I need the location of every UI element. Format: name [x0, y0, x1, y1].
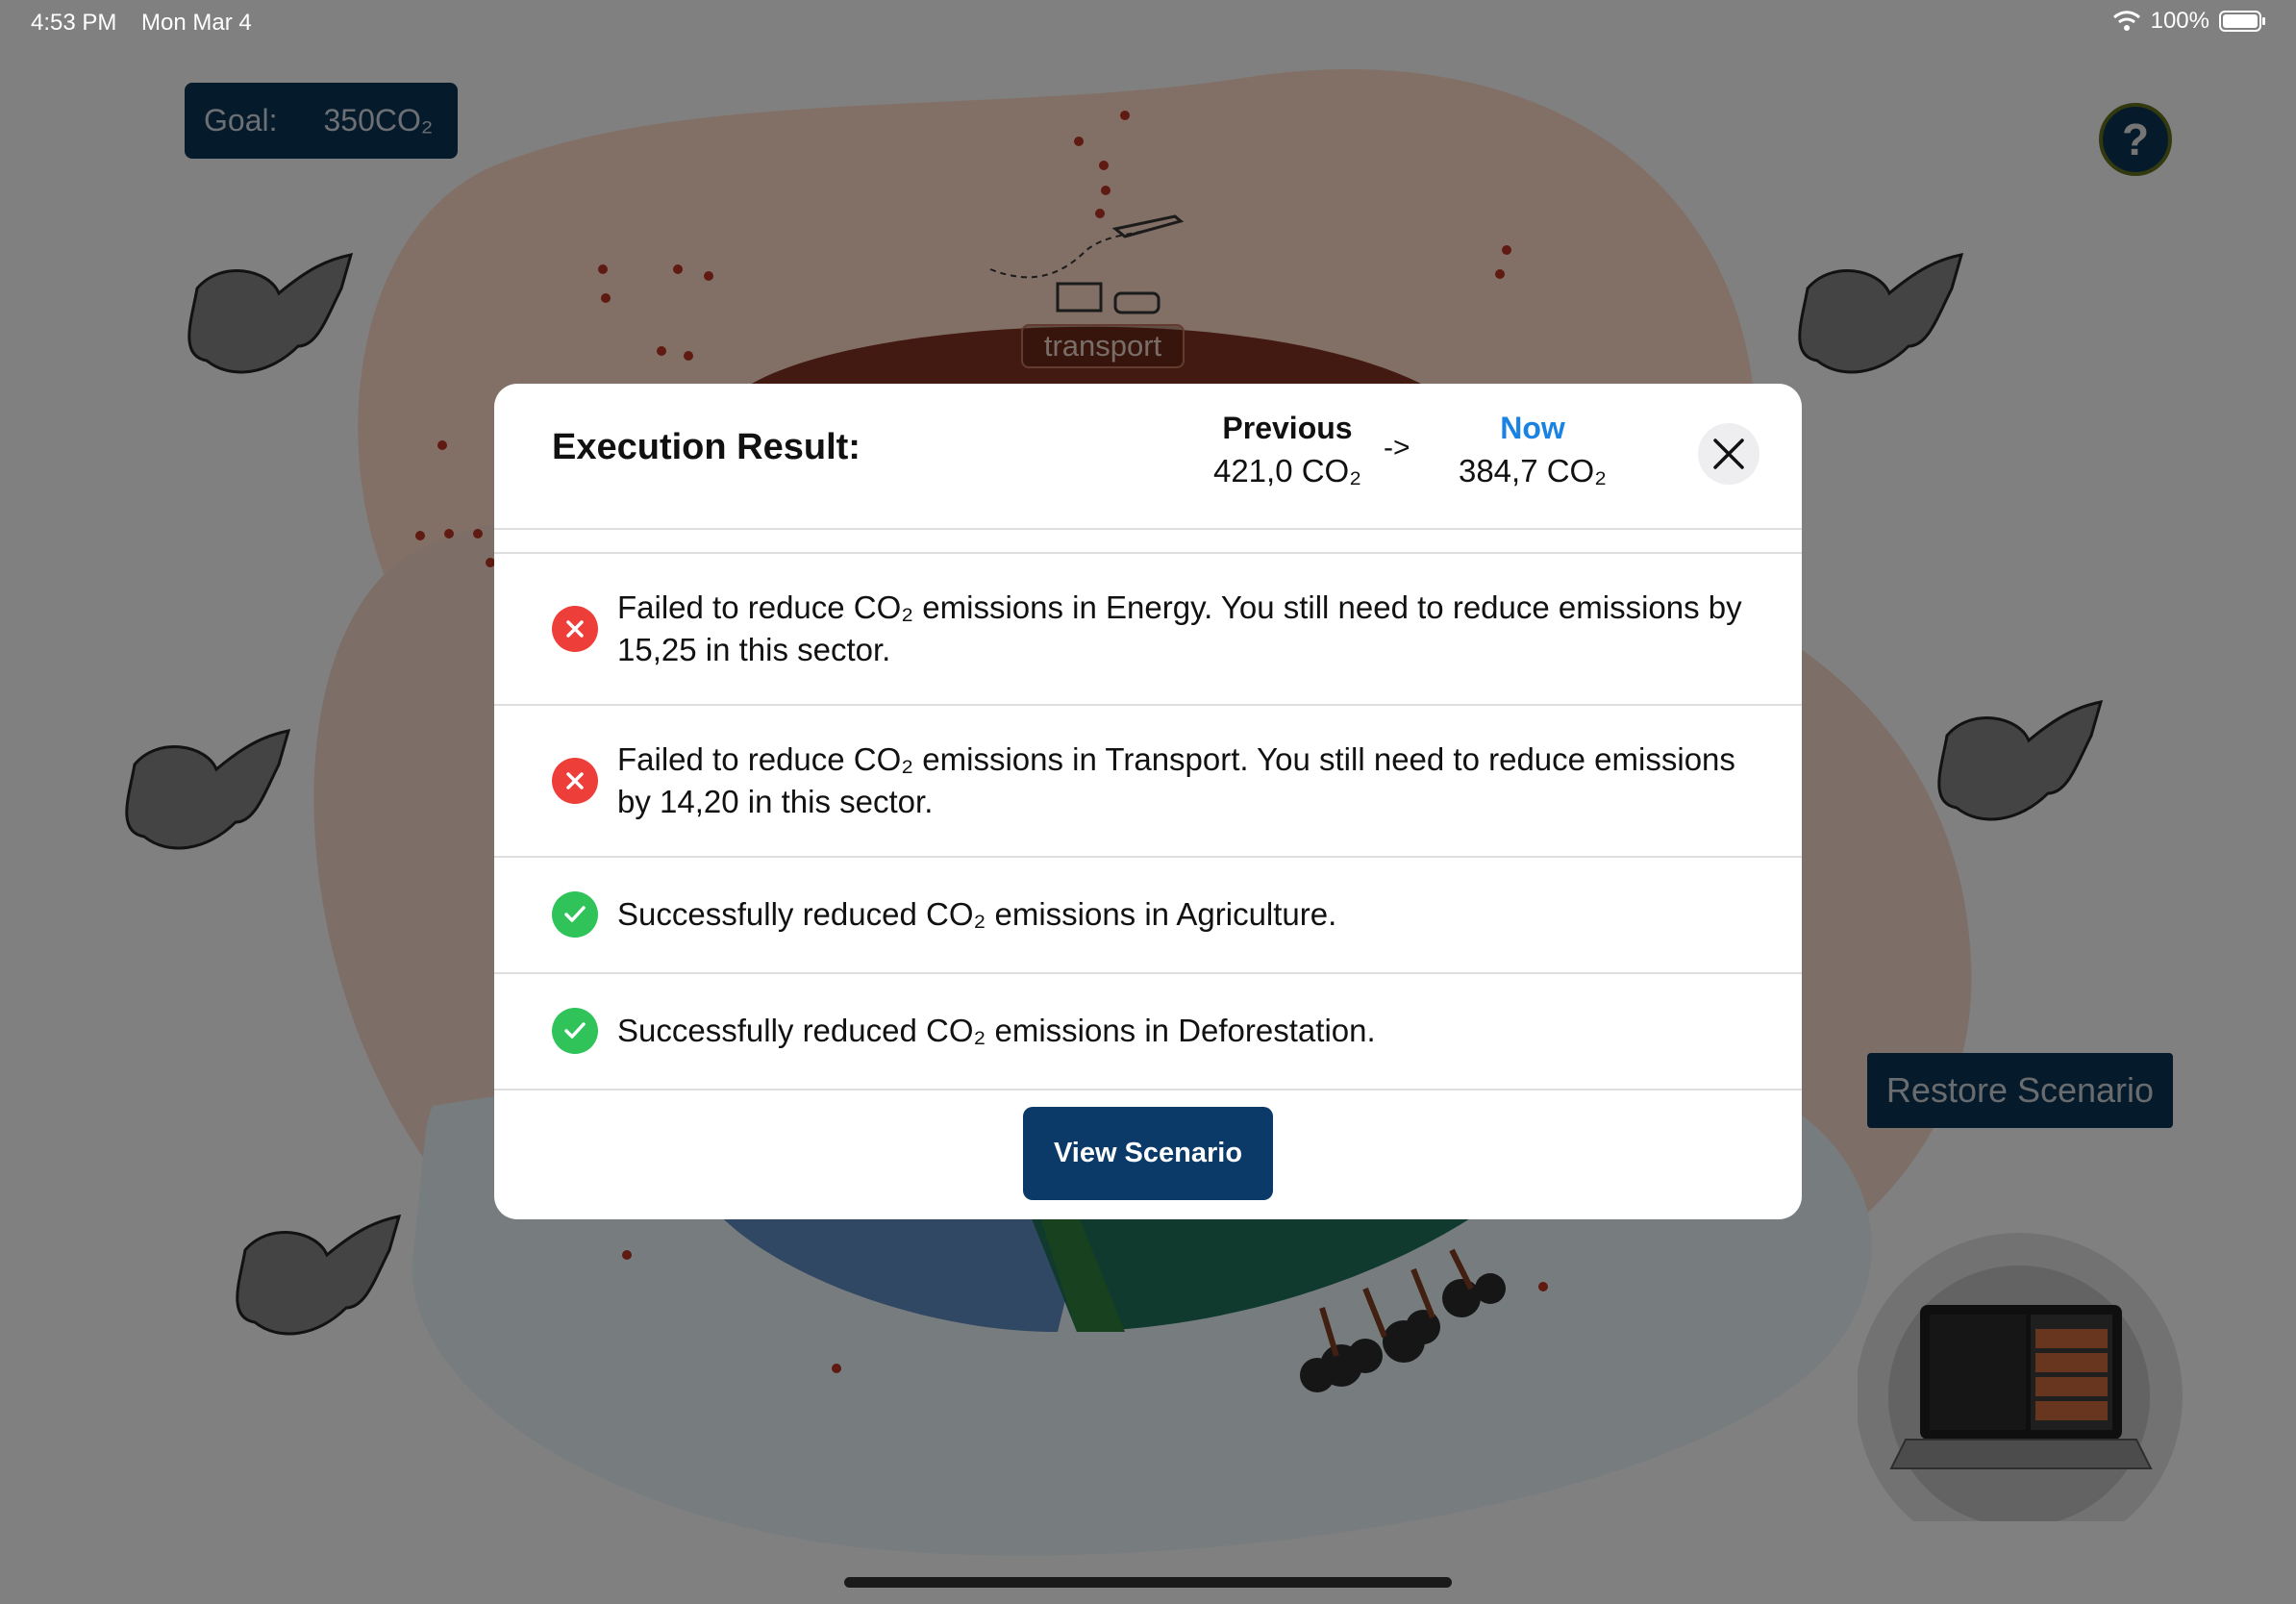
wifi-icon — [2112, 11, 2140, 31]
result-row: Failed to reduce CO₂ emissions in Energy… — [494, 554, 1802, 704]
result-text: Failed to reduce CO₂ emissions in Transp… — [617, 741, 1735, 819]
close-button[interactable] — [1698, 423, 1759, 485]
result-text: Successfully reduced CO₂ emissions in De… — [617, 1013, 1376, 1048]
battery-icon — [2219, 11, 2265, 32]
status-bar: 4:53 PM Mon Mar 4 100% — [0, 0, 2296, 46]
view-scenario-button[interactable]: View Scenario — [1023, 1107, 1273, 1200]
close-icon — [1713, 439, 1744, 469]
result-text: Failed to reduce CO₂ emissions in Energy… — [617, 589, 1742, 667]
dialog-title: Execution Result: — [552, 427, 861, 467]
now-value: 384,7 CO₂ — [1458, 453, 1608, 489]
execution-result-dialog: Execution Result: Previous 421,0 CO₂ -> … — [494, 384, 1802, 1219]
status-time: 4:53 PM — [31, 10, 117, 36]
battery-percent: 100% — [2150, 8, 2209, 34]
check-circle-icon — [552, 891, 598, 938]
previous-label: Previous — [1222, 411, 1353, 445]
x-circle-icon — [552, 606, 598, 652]
now-label: Now — [1500, 411, 1565, 445]
status-date: Mon Mar 4 — [141, 10, 252, 36]
divider — [494, 1089, 1802, 1090]
divider — [494, 528, 1802, 530]
result-text: Successfully reduced CO₂ emissions in Ag… — [617, 896, 1337, 932]
result-row: Successfully reduced CO₂ emissions in Ag… — [494, 858, 1802, 972]
dialog-header: Execution Result: Previous 421,0 CO₂ -> … — [494, 384, 1802, 528]
result-row: Failed to reduce CO₂ emissions in Transp… — [494, 706, 1802, 856]
home-indicator — [844, 1577, 1452, 1588]
x-circle-icon — [552, 758, 598, 804]
comparison-arrow: -> — [1384, 432, 1410, 464]
previous-value: 421,0 CO₂ — [1212, 453, 1362, 489]
result-row: Successfully reduced CO₂ emissions in De… — [494, 974, 1802, 1089]
check-circle-icon — [552, 1008, 598, 1054]
